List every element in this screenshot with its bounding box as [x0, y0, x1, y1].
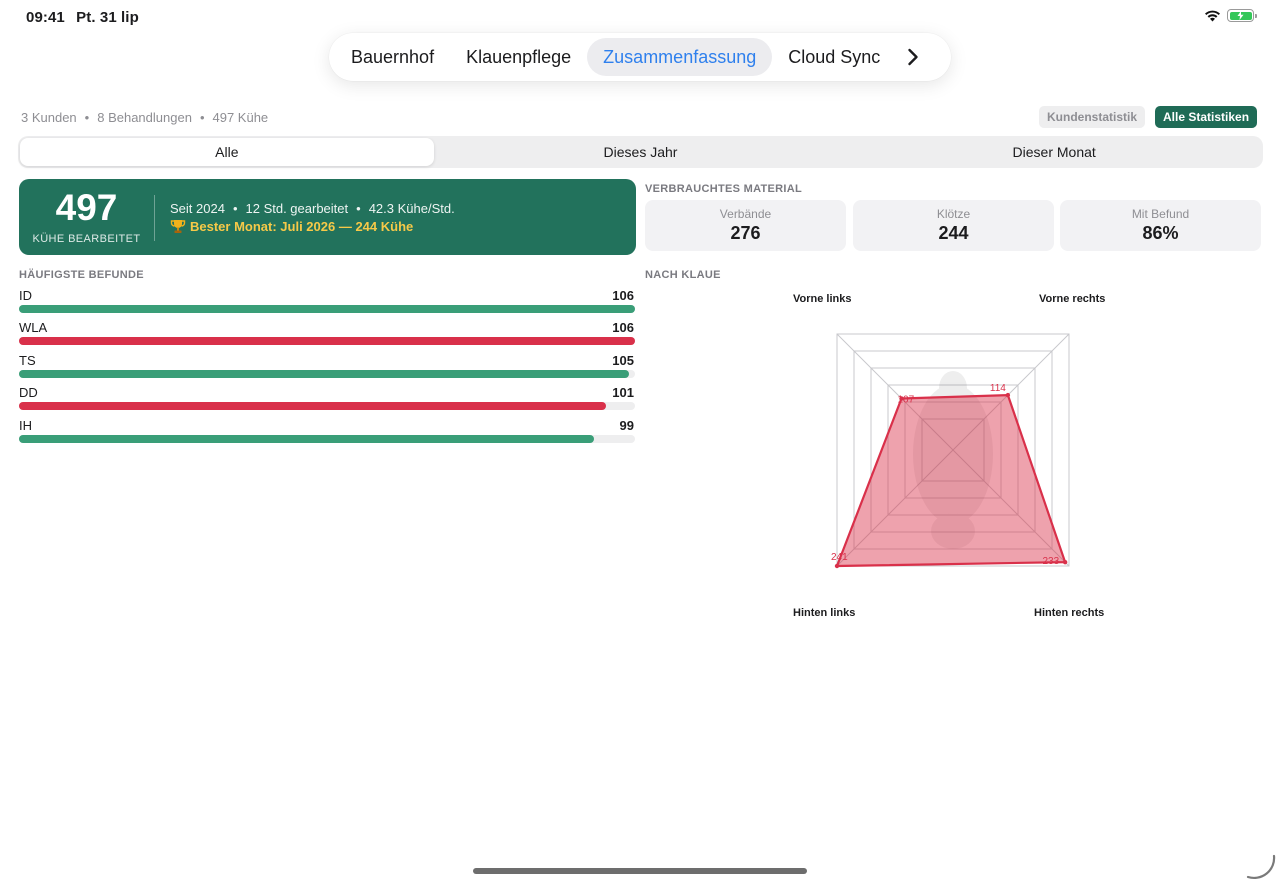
finding-bar-track — [19, 402, 635, 410]
material-card-kloetze: Klötze 244 — [853, 200, 1054, 251]
period-segmented-control: Alle Dieses Jahr Dieser Monat — [18, 136, 1263, 168]
tab-cloud-sync[interactable]: Cloud Sync — [772, 38, 896, 76]
finding-row: ID 106 — [19, 288, 635, 316]
summary-separator: • — [199, 110, 205, 125]
status-time: 09:41 — [26, 9, 65, 26]
finding-bar-track — [19, 305, 635, 313]
finding-row: DD 101 — [19, 385, 635, 413]
best-month: Bester Monat: Juli 2026 — 244 Kühe — [170, 219, 413, 234]
cows-processed-card: 497 KÜHE BEARBEITET Seit 2024 • 12 Std. … — [19, 179, 636, 255]
tab-bauernhof[interactable]: Bauernhof — [335, 38, 450, 76]
finding-bar — [19, 402, 606, 410]
hero-hours: 12 Std. gearbeitet — [245, 201, 349, 216]
home-indicator — [473, 868, 807, 874]
claws-title: NACH KLAUE — [645, 269, 721, 281]
wifi-icon — [1205, 10, 1220, 22]
summary-separator: • — [84, 110, 90, 125]
finding-bar-track — [19, 337, 635, 345]
chevron-right-icon[interactable] — [896, 38, 930, 76]
radar-point — [1062, 559, 1068, 565]
material-value: 276 — [730, 223, 761, 243]
top-tab-bar: Bauernhof Klauenpflege Zusammenfassung C… — [329, 33, 951, 81]
segment-dieser-monat[interactable]: Dieser Monat — [847, 138, 1261, 166]
material-value: 244 — [938, 223, 969, 243]
segment-alle[interactable]: Alle — [20, 138, 434, 166]
material-label: Mit Befund — [1131, 207, 1190, 221]
hero-details: Seit 2024 • 12 Std. gearbeitet • 42.3 Kü… — [170, 201, 455, 216]
finding-bar-track — [19, 435, 635, 443]
finding-row: TS 105 — [19, 353, 635, 381]
material-card-verbaende: Verbände 276 — [645, 200, 846, 251]
radar-value-label: 107 — [897, 394, 914, 405]
hero-since: Seit 2024 — [170, 201, 225, 216]
hero-separator: • — [232, 201, 238, 216]
finding-bar — [19, 337, 635, 345]
finding-name: TS — [19, 353, 36, 368]
claw-label-rear-right: Hinten rechts — [1034, 607, 1105, 619]
finding-bar — [19, 370, 630, 378]
material-card-mit-befund: Mit Befund 86% — [1060, 200, 1261, 251]
corner-handle-icon — [1246, 854, 1276, 880]
summary-line: 3 Kunden • 8 Behandlungen • 497 Kühe — [21, 110, 268, 125]
summary-customers: 3 Kunden — [21, 110, 77, 125]
status-date: Pt. 31 lip — [76, 9, 139, 26]
material-title: VERBRAUCHTES MATERIAL — [645, 183, 803, 195]
trophy-icon — [170, 220, 186, 233]
finding-value: 101 — [612, 385, 634, 400]
radar-value-label: 241 — [831, 552, 848, 563]
finding-bar — [19, 435, 595, 443]
finding-bar — [19, 305, 635, 313]
claw-label-front-left: Vorne links — [793, 293, 852, 305]
best-month-text: Bester Monat: Juli 2026 — 244 Kühe — [190, 219, 414, 234]
material-label: Klötze — [936, 207, 971, 221]
finding-value: 106 — [612, 320, 634, 335]
finding-row: WLA 106 — [19, 320, 635, 348]
cows-processed-count: 497 — [55, 187, 118, 228]
hero-separator: • — [356, 201, 361, 216]
hero-divider — [154, 195, 155, 241]
hero-rate: 42.3 Kühe/Std. — [368, 201, 455, 216]
alle-statistiken-button[interactable]: Alle Statistiken — [1155, 106, 1258, 128]
kundenstatistik-button[interactable]: Kundenstatistik — [1039, 106, 1146, 128]
summary-cows: 497 Kühe — [212, 110, 269, 125]
tab-zusammenfassung[interactable]: Zusammenfassung — [587, 38, 773, 76]
material-value: 86% — [1142, 223, 1179, 243]
finding-value: 106 — [612, 288, 634, 303]
finding-bar-track — [19, 370, 635, 378]
finding-name: WLA — [19, 320, 48, 335]
tab-klauenpflege[interactable]: Klauenpflege — [450, 38, 587, 76]
radar-point — [1005, 392, 1011, 398]
claw-label-front-right: Vorne rechts — [1039, 293, 1106, 305]
status-bar-icons — [1204, 9, 1257, 22]
findings-title: HÄUFIGSTE BEFUNDE — [19, 269, 144, 281]
finding-value: 105 — [612, 353, 634, 368]
claw-label-rear-left: Hinten links — [793, 607, 856, 619]
radar-value-label: 114 — [990, 383, 1006, 394]
finding-name: DD — [19, 385, 38, 400]
cows-processed-label: KÜHE BEARBEITET — [32, 233, 141, 245]
finding-name: IH — [19, 418, 32, 433]
summary-treatments: 8 Behandlungen — [97, 110, 192, 125]
material-label: Verbände — [719, 207, 772, 221]
segment-dieses-jahr[interactable]: Dieses Jahr — [434, 138, 848, 166]
claw-radar-chart: 107 114 233 241 — [831, 333, 1070, 569]
finding-value: 99 — [619, 418, 634, 433]
battery-icon — [1227, 9, 1257, 22]
finding-name: ID — [19, 288, 32, 303]
status-bar-time: 09:41 Pt. 31 lip — [26, 9, 139, 26]
finding-row: IH 99 — [19, 418, 635, 446]
radar-point — [834, 563, 840, 569]
radar-value-label: 233 — [1042, 556, 1059, 567]
